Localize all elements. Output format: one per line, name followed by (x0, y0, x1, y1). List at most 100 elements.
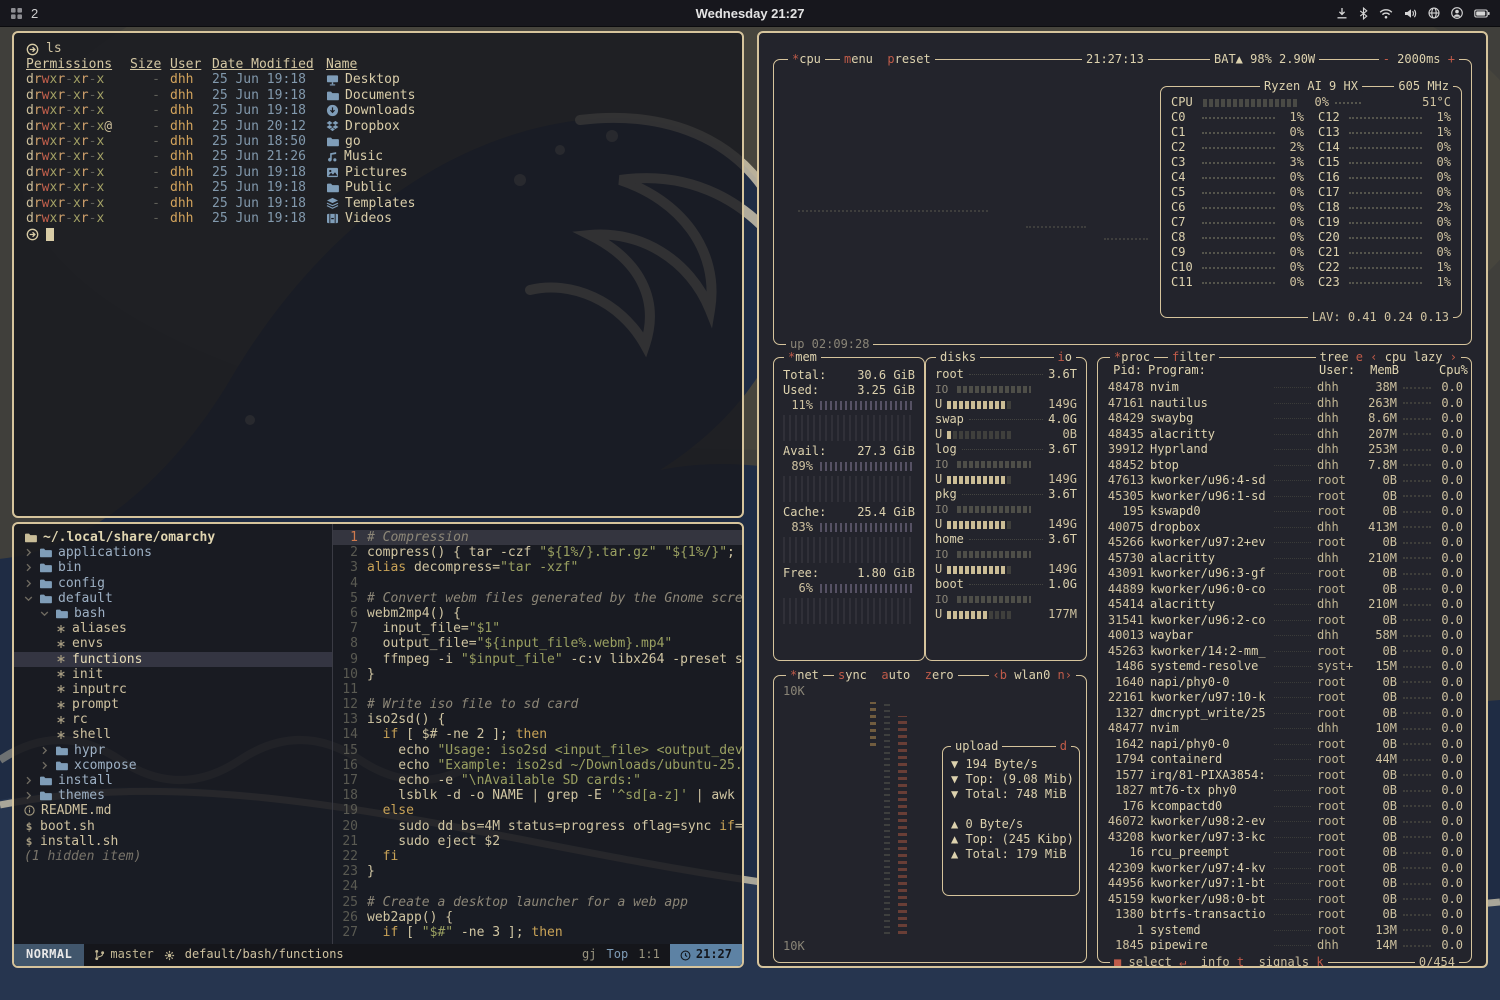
tab-cpu[interactable]: *cpu (788, 52, 825, 67)
tree-item-README-md[interactable]: README.md (14, 803, 332, 818)
code-line[interactable]: 8 output_file="${input_file%.webm}.mp4" (333, 636, 742, 651)
clock[interactable]: Wednesday 21:27 (0, 6, 1500, 21)
tree-item-inputrc[interactable]: inputrc (14, 682, 332, 697)
proc-filter-tab[interactable]: filter (1168, 350, 1219, 365)
tab-net[interactable]: *net (786, 668, 823, 683)
header-user[interactable]: User: (1319, 363, 1359, 378)
tree-item-xcompose[interactable]: xcompose (14, 758, 332, 773)
workspace-indicator[interactable]: 2 (31, 6, 38, 21)
process-row[interactable]: 45266kworker/u97:2+evroot0B0.0 (1100, 535, 1469, 551)
code-line[interactable]: 27 if [ "$#" -ne 3 ]; then (333, 925, 742, 940)
tree-item-install[interactable]: install (14, 773, 332, 788)
process-row[interactable]: 40013waybardhh58M0.0 (1100, 628, 1469, 644)
tree-item-config[interactable]: config (14, 576, 332, 591)
process-row[interactable]: 45159kworker/u98:0-btroot0B0.0 (1100, 892, 1469, 908)
net-panel-key[interactable]: d (1056, 739, 1071, 754)
code-line[interactable]: 3alias decompress="tar -xzf" (333, 560, 742, 575)
proc-footer-keys[interactable]: ■ select ↵ info t signals k (1110, 955, 1328, 968)
process-row[interactable]: 1systemdroot13M0.0 (1100, 923, 1469, 939)
tab-io[interactable]: io (1054, 350, 1076, 365)
process-row[interactable]: 45414alacrittydhh210M0.0 (1100, 597, 1469, 613)
cpu-menu-tabs[interactable]: menu preset (840, 52, 935, 67)
header-program[interactable]: Program: (1148, 363, 1266, 378)
tab-mem[interactable]: *mem (784, 350, 821, 365)
process-row[interactable]: 45730alacrittydhh210M0.0 (1100, 551, 1469, 567)
process-row[interactable]: 1845pipewiredhh14M0.0 (1100, 938, 1469, 950)
process-row[interactable]: 48477nvimdhh10M0.0 (1100, 721, 1469, 737)
tree-item-bin[interactable]: bin (14, 560, 332, 575)
process-row[interactable]: 48452btopdhh7.8M0.0 (1100, 458, 1469, 474)
tree-item-shell[interactable]: shell (14, 727, 332, 742)
tree-item-themes[interactable]: themes (14, 788, 332, 803)
prompt-line-empty[interactable] (26, 226, 730, 242)
code-line[interactable]: 4 (333, 576, 742, 591)
code-line[interactable]: 14 if [ $# -ne 2 ]; then (333, 727, 742, 742)
net-interface[interactable]: ‹b wlan0 n› (989, 668, 1077, 683)
code-line[interactable]: 25# Create a desktop launcher for a web … (333, 895, 742, 910)
process-row[interactable]: 45305kworker/u96:1-sdroot0B0.0 (1100, 489, 1469, 505)
process-row[interactable]: 43091kworker/u96:3-gfroot0B0.0 (1100, 566, 1469, 582)
tree-item-bash[interactable]: bash (14, 606, 332, 621)
process-row[interactable]: 1794containerdroot44M0.0 (1100, 752, 1469, 768)
process-row[interactable]: 48429swaybgdhh8.6M0.0 (1100, 411, 1469, 427)
process-row[interactable]: 1380btrfs-transactioroot0B0.0 (1100, 907, 1469, 923)
updates-icon[interactable] (1336, 7, 1348, 19)
code-line[interactable]: 12# Write iso file to sd card (333, 697, 742, 712)
wifi-icon[interactable] (1379, 8, 1393, 19)
process-row[interactable]: 40075dropboxdhh413M0.0 (1100, 520, 1469, 536)
code-line[interactable]: 19 else (333, 803, 742, 818)
process-row[interactable]: 22161kworker/u97:10-kroot0B0.0 (1100, 690, 1469, 706)
tree-item-install-sh[interactable]: $install.sh (14, 834, 332, 849)
process-row[interactable]: 47161nautilusdhh263M0.0 (1100, 396, 1469, 412)
code-line[interactable]: 26web2app() { (333, 910, 742, 925)
process-row[interactable]: 1486systemd-resolvesyst+15M0.0 (1100, 659, 1469, 675)
user-icon[interactable] (1451, 7, 1463, 19)
code-line[interactable]: 9 ffmpeg -i "$input_file" -c:v libx264 -… (333, 652, 742, 667)
tree-item-boot-sh[interactable]: $boot.sh (14, 819, 332, 834)
tree-item-hypr[interactable]: hypr (14, 743, 332, 758)
tab-disks[interactable]: disks (936, 350, 980, 365)
code-line[interactable]: 16 echo "Example: iso2sd ~/Downloads/ubu… (333, 758, 742, 773)
code-line[interactable]: 18 lsblk -d -o NAME | grep -E '^sd[a-z]'… (333, 788, 742, 803)
process-row[interactable]: 48435alacrittydhh207M0.0 (1100, 427, 1469, 443)
bluetooth-icon[interactable] (1359, 7, 1368, 20)
apps-icon[interactable] (10, 7, 23, 20)
tree-item-applications[interactable]: applications (14, 545, 332, 560)
update-interval[interactable]: - 2000ms + (1379, 52, 1459, 67)
code-line[interactable]: 7 input_file="$1" (333, 621, 742, 636)
tree-item-aliases[interactable]: aliases (14, 621, 332, 636)
code-line[interactable]: 5# Convert webm files generated by the G… (333, 591, 742, 606)
process-row[interactable]: 1327dmcrypt_write/25root0B0.0 (1100, 706, 1469, 722)
code-line[interactable]: 20 sudo dd bs=4M status=progress oflag=s… (333, 819, 742, 834)
code-line[interactable]: 17 echo -e "\nAvailable SD cards:" (333, 773, 742, 788)
code-editor[interactable]: 1# Compression2compress() { tar -czf "${… (332, 524, 742, 944)
process-row[interactable]: 48478nvimdhh38M0.0 (1100, 380, 1469, 396)
tree-item-rc[interactable]: rc (14, 712, 332, 727)
header-pid[interactable]: Pid: (1104, 363, 1142, 378)
process-row[interactable]: 47613kworker/u96:4-sdroot0B0.0 (1100, 473, 1469, 489)
process-row[interactable]: 176kcompactd0root0B0.0 (1100, 799, 1469, 815)
header-cpu[interactable]: Cpu% (1439, 363, 1465, 378)
code-line[interactable]: 10} (333, 667, 742, 682)
code-line[interactable]: 6webm2mp4() { (333, 606, 742, 621)
code-line[interactable]: 11 (333, 682, 742, 697)
process-row[interactable]: 44956kworker/u97:1-btroot0B0.0 (1100, 876, 1469, 892)
tree-item-prompt[interactable]: prompt (14, 697, 332, 712)
header-memb[interactable]: MemB (1365, 363, 1399, 378)
code-line[interactable]: 22 fi (333, 849, 742, 864)
code-line[interactable]: 2compress() { tar -czf "${1%/}.tar.gz" "… (333, 545, 742, 560)
process-row[interactable]: 16rcu_preemptroot0B0.0 (1100, 845, 1469, 861)
tree-item-init[interactable]: init (14, 667, 332, 682)
network-icon[interactable] (1428, 7, 1440, 19)
code-line[interactable]: 21 sudo eject $2 (333, 834, 742, 849)
process-row[interactable]: 1827mt76-tx phy0root0B0.0 (1100, 783, 1469, 799)
process-row[interactable]: 31541kworker/u96:2-coroot0B0.0 (1100, 613, 1469, 629)
process-row[interactable]: 45263kworker/14:2-mm_root0B0.0 (1100, 644, 1469, 660)
tree-item-default[interactable]: default (14, 591, 332, 606)
code-line[interactable]: 13iso2sd() { (333, 712, 742, 727)
process-table-header[interactable]: Pid: Program: User: MemB Cpu% (1104, 363, 1465, 378)
code-line[interactable]: 24 (333, 879, 742, 894)
process-row[interactable]: 46072kworker/u98:2-evroot0B0.0 (1100, 814, 1469, 830)
proc-view-tabs[interactable]: tree e ‹ cpu lazy › (1316, 350, 1461, 365)
code-line[interactable]: 23} (333, 864, 742, 879)
